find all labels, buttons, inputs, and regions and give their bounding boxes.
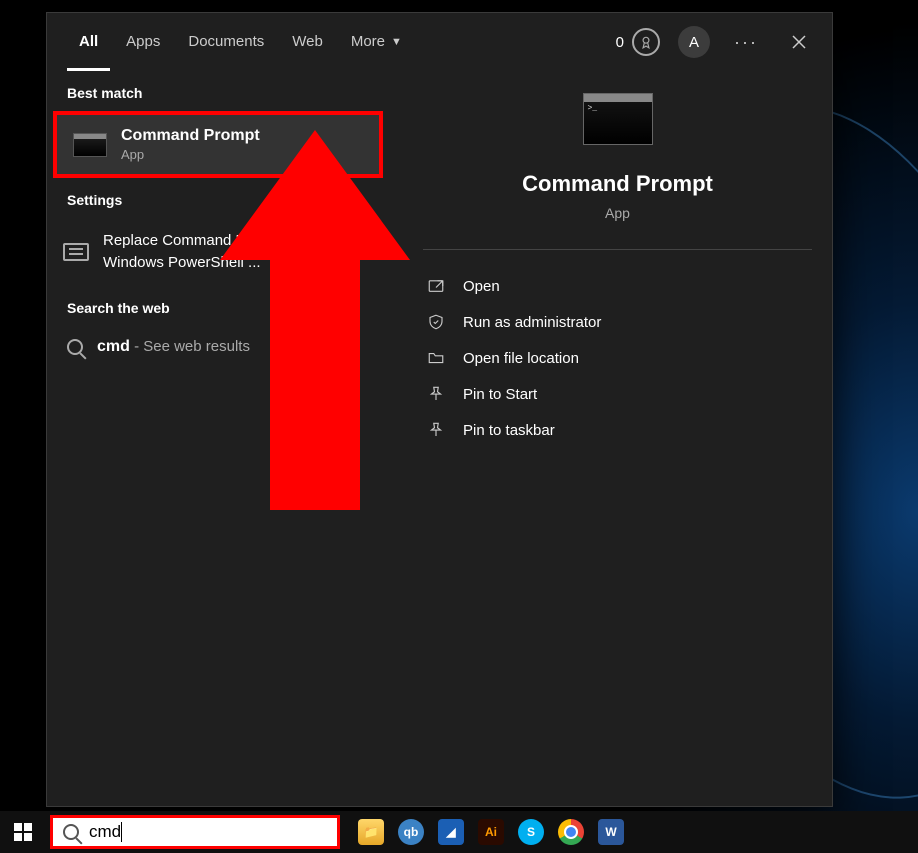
command-prompt-large-icon	[583, 93, 653, 145]
chevron-down-icon: ▼	[391, 13, 402, 71]
preview-title: Command Prompt	[522, 171, 713, 197]
preview-column: Command Prompt App Open Run as administr…	[389, 71, 832, 806]
chevron-right-icon: ›	[367, 241, 373, 262]
settings-replace-cmd-powershell[interactable]: Replace Command Prompt with Windows Powe…	[47, 218, 389, 286]
command-prompt-icon	[73, 133, 107, 157]
tab-documents[interactable]: Documents	[176, 13, 276, 71]
action-pin-start-label: Pin to Start	[463, 386, 537, 403]
settings-label: Settings	[47, 178, 389, 218]
shield-icon	[427, 313, 445, 331]
action-run-admin-label: Run as administrator	[463, 314, 601, 331]
result-subtitle: App	[121, 147, 260, 162]
web-query-text: cmd	[97, 338, 130, 355]
folder-icon	[427, 349, 445, 367]
divider	[423, 249, 812, 250]
rewards-badge-icon	[632, 28, 660, 56]
result-command-prompt[interactable]: Command Prompt App	[57, 115, 379, 174]
avatar-letter: A	[689, 34, 699, 51]
search-icon	[67, 339, 83, 355]
taskbar-word[interactable]: W	[598, 819, 624, 845]
action-open-loc-label: Open file location	[463, 350, 579, 367]
taskbar: cmd 📁 qb ◢ Ai S W	[0, 811, 918, 853]
preview-subtitle: App	[605, 205, 630, 221]
taskbar-file-explorer[interactable]: 📁	[358, 819, 384, 845]
tab-all[interactable]: All	[67, 13, 110, 71]
search-icon	[63, 824, 79, 840]
taskbar-pinned-apps: 📁 qb ◢ Ai S W	[344, 819, 624, 845]
search-web-label: Search the web	[47, 286, 389, 326]
taskbar-chrome[interactable]	[558, 819, 584, 845]
annotation-highlight-box: Command Prompt App	[53, 111, 383, 178]
start-search-panel: All Apps Documents Web More ▼ 0 A ···	[46, 12, 833, 807]
taskbar-search-input[interactable]: cmd	[89, 822, 121, 842]
search-tabs: All Apps Documents Web More ▼ 0 A ···	[47, 13, 832, 71]
action-open-file-location[interactable]: Open file location	[423, 340, 812, 376]
pin-taskbar-icon	[427, 421, 445, 439]
tab-more[interactable]: More ▼	[339, 13, 414, 71]
rewards-button[interactable]: 0	[616, 28, 660, 56]
close-button[interactable]	[782, 25, 816, 59]
settings-item-text: Replace Command Prompt with Windows Powe…	[103, 230, 353, 274]
best-match-label: Best match	[47, 71, 389, 111]
windows-logo-icon	[14, 823, 32, 841]
pin-start-icon	[427, 385, 445, 403]
action-run-as-admin[interactable]: Run as administrator	[423, 304, 812, 340]
settings-monitor-icon	[63, 243, 89, 261]
open-icon	[427, 277, 445, 295]
action-open[interactable]: Open	[423, 268, 812, 304]
web-result-cmd[interactable]: cmd - See web results	[47, 326, 389, 368]
tab-apps[interactable]: Apps	[114, 13, 172, 71]
options-button[interactable]: ···	[728, 26, 764, 59]
result-title: Command Prompt	[121, 127, 260, 145]
taskbar-search-box[interactable]: cmd	[50, 815, 340, 849]
rewards-count: 0	[616, 34, 624, 51]
action-pin-to-start[interactable]: Pin to Start	[423, 376, 812, 412]
start-button[interactable]	[0, 811, 46, 853]
results-column: Best match Command Prompt App Settings R…	[47, 71, 389, 806]
taskbar-skype[interactable]: S	[518, 819, 544, 845]
taskbar-illustrator[interactable]: Ai	[478, 819, 504, 845]
tab-more-label: More	[351, 13, 385, 71]
taskbar-affinity[interactable]: ◢	[438, 819, 464, 845]
web-hint-text: - See web results	[130, 338, 250, 355]
close-icon	[792, 35, 806, 49]
user-avatar[interactable]: A	[678, 26, 710, 58]
action-pin-to-taskbar[interactable]: Pin to taskbar	[423, 412, 812, 448]
tab-web[interactable]: Web	[280, 13, 335, 71]
text-cursor	[121, 822, 122, 842]
action-pin-taskbar-label: Pin to taskbar	[463, 422, 555, 439]
action-open-label: Open	[463, 278, 500, 295]
taskbar-qbittorrent[interactable]: qb	[398, 819, 424, 845]
